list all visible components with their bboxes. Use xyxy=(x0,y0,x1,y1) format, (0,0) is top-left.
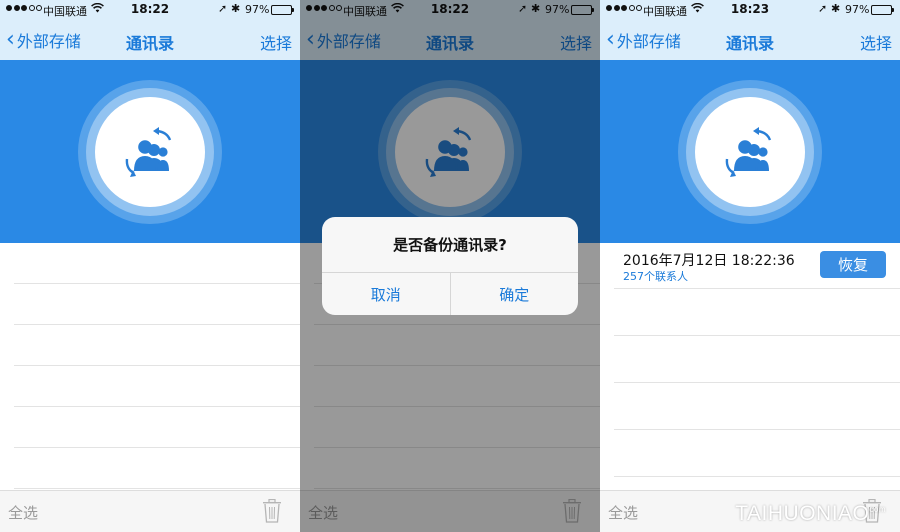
battery-percent: 97% xyxy=(845,3,870,16)
backup-record-row[interactable]: 2016年7月12日 18:22:36 257个联系人 恢复 xyxy=(614,243,900,289)
nav-bar: ‹ 外部存储 通讯录 选择 xyxy=(0,20,300,60)
screen-3: 中国联通 18:23 ➚ ✱ 97% ‹ 外部存储 通讯录 选择 2016年7月… xyxy=(600,0,900,532)
select-button[interactable]: 选择 xyxy=(860,30,892,54)
status-bar: 中国联通 18:22 ➚ ✱ 97% xyxy=(0,0,300,20)
hero-banner xyxy=(600,60,900,243)
backup-contacts-button[interactable] xyxy=(695,97,805,207)
backup-date: 2016年7月12日 18:22:36 xyxy=(623,253,795,269)
battery-percent: 97% xyxy=(245,3,270,16)
watermark-text: TAIHUONIAO xyxy=(735,502,870,525)
alert-message: 是否备份通讯录? xyxy=(322,217,578,273)
bottom-toolbar: 全选 xyxy=(0,490,300,532)
screenshot-strip: 中国联通 18:22 ➚ ✱ 97% ‹ 外部存储 通讯录 选择 全选 中国联通… xyxy=(0,0,900,532)
trash-icon[interactable] xyxy=(262,499,282,523)
cancel-button[interactable]: 取消 xyxy=(322,273,450,315)
screen-2: 中国联通 18:22 ➚ ✱ 97% ‹ 外部存储 通讯录 选择 全选 是否备份… xyxy=(300,0,600,532)
alert-buttons: 取消 确定 xyxy=(322,273,578,315)
battery-icon xyxy=(871,5,894,15)
location-icon: ➚ xyxy=(818,2,828,15)
backup-alert-dialog: 是否备份通讯录? 取消 确定 xyxy=(322,217,578,315)
battery-icon xyxy=(271,5,294,15)
watermark-logo: TAIHUONIAOcom xyxy=(735,502,886,526)
empty-list xyxy=(614,289,900,477)
page-title: 通讯录 xyxy=(725,34,774,53)
hero-banner xyxy=(0,60,300,243)
bluetooth-icon: ✱ xyxy=(831,2,841,15)
select-all-button[interactable]: 全选 xyxy=(608,502,638,523)
contact-count: 257个联系人 xyxy=(623,270,688,283)
contacts-sync-icon xyxy=(125,127,172,177)
empty-list xyxy=(14,243,300,489)
bluetooth-icon: ✱ xyxy=(231,2,241,15)
page-title: 通讯录 xyxy=(125,34,174,53)
confirm-button[interactable]: 确定 xyxy=(449,273,579,315)
select-all-button[interactable]: 全选 xyxy=(8,502,38,523)
status-bar: 中国联通 18:23 ➚ ✱ 97% xyxy=(600,0,900,20)
screen-1: 中国联通 18:22 ➚ ✱ 97% ‹ 外部存储 通讯录 选择 全选 xyxy=(0,0,300,532)
watermark-suffix: com xyxy=(869,505,886,514)
contacts-sync-icon xyxy=(725,127,772,177)
restore-button[interactable]: 恢复 xyxy=(820,251,886,278)
backup-contacts-button[interactable] xyxy=(95,97,205,207)
location-icon: ➚ xyxy=(218,2,228,15)
nav-bar: ‹ 外部存储 通讯录 选择 xyxy=(600,20,900,60)
select-button[interactable]: 选择 xyxy=(260,30,292,54)
